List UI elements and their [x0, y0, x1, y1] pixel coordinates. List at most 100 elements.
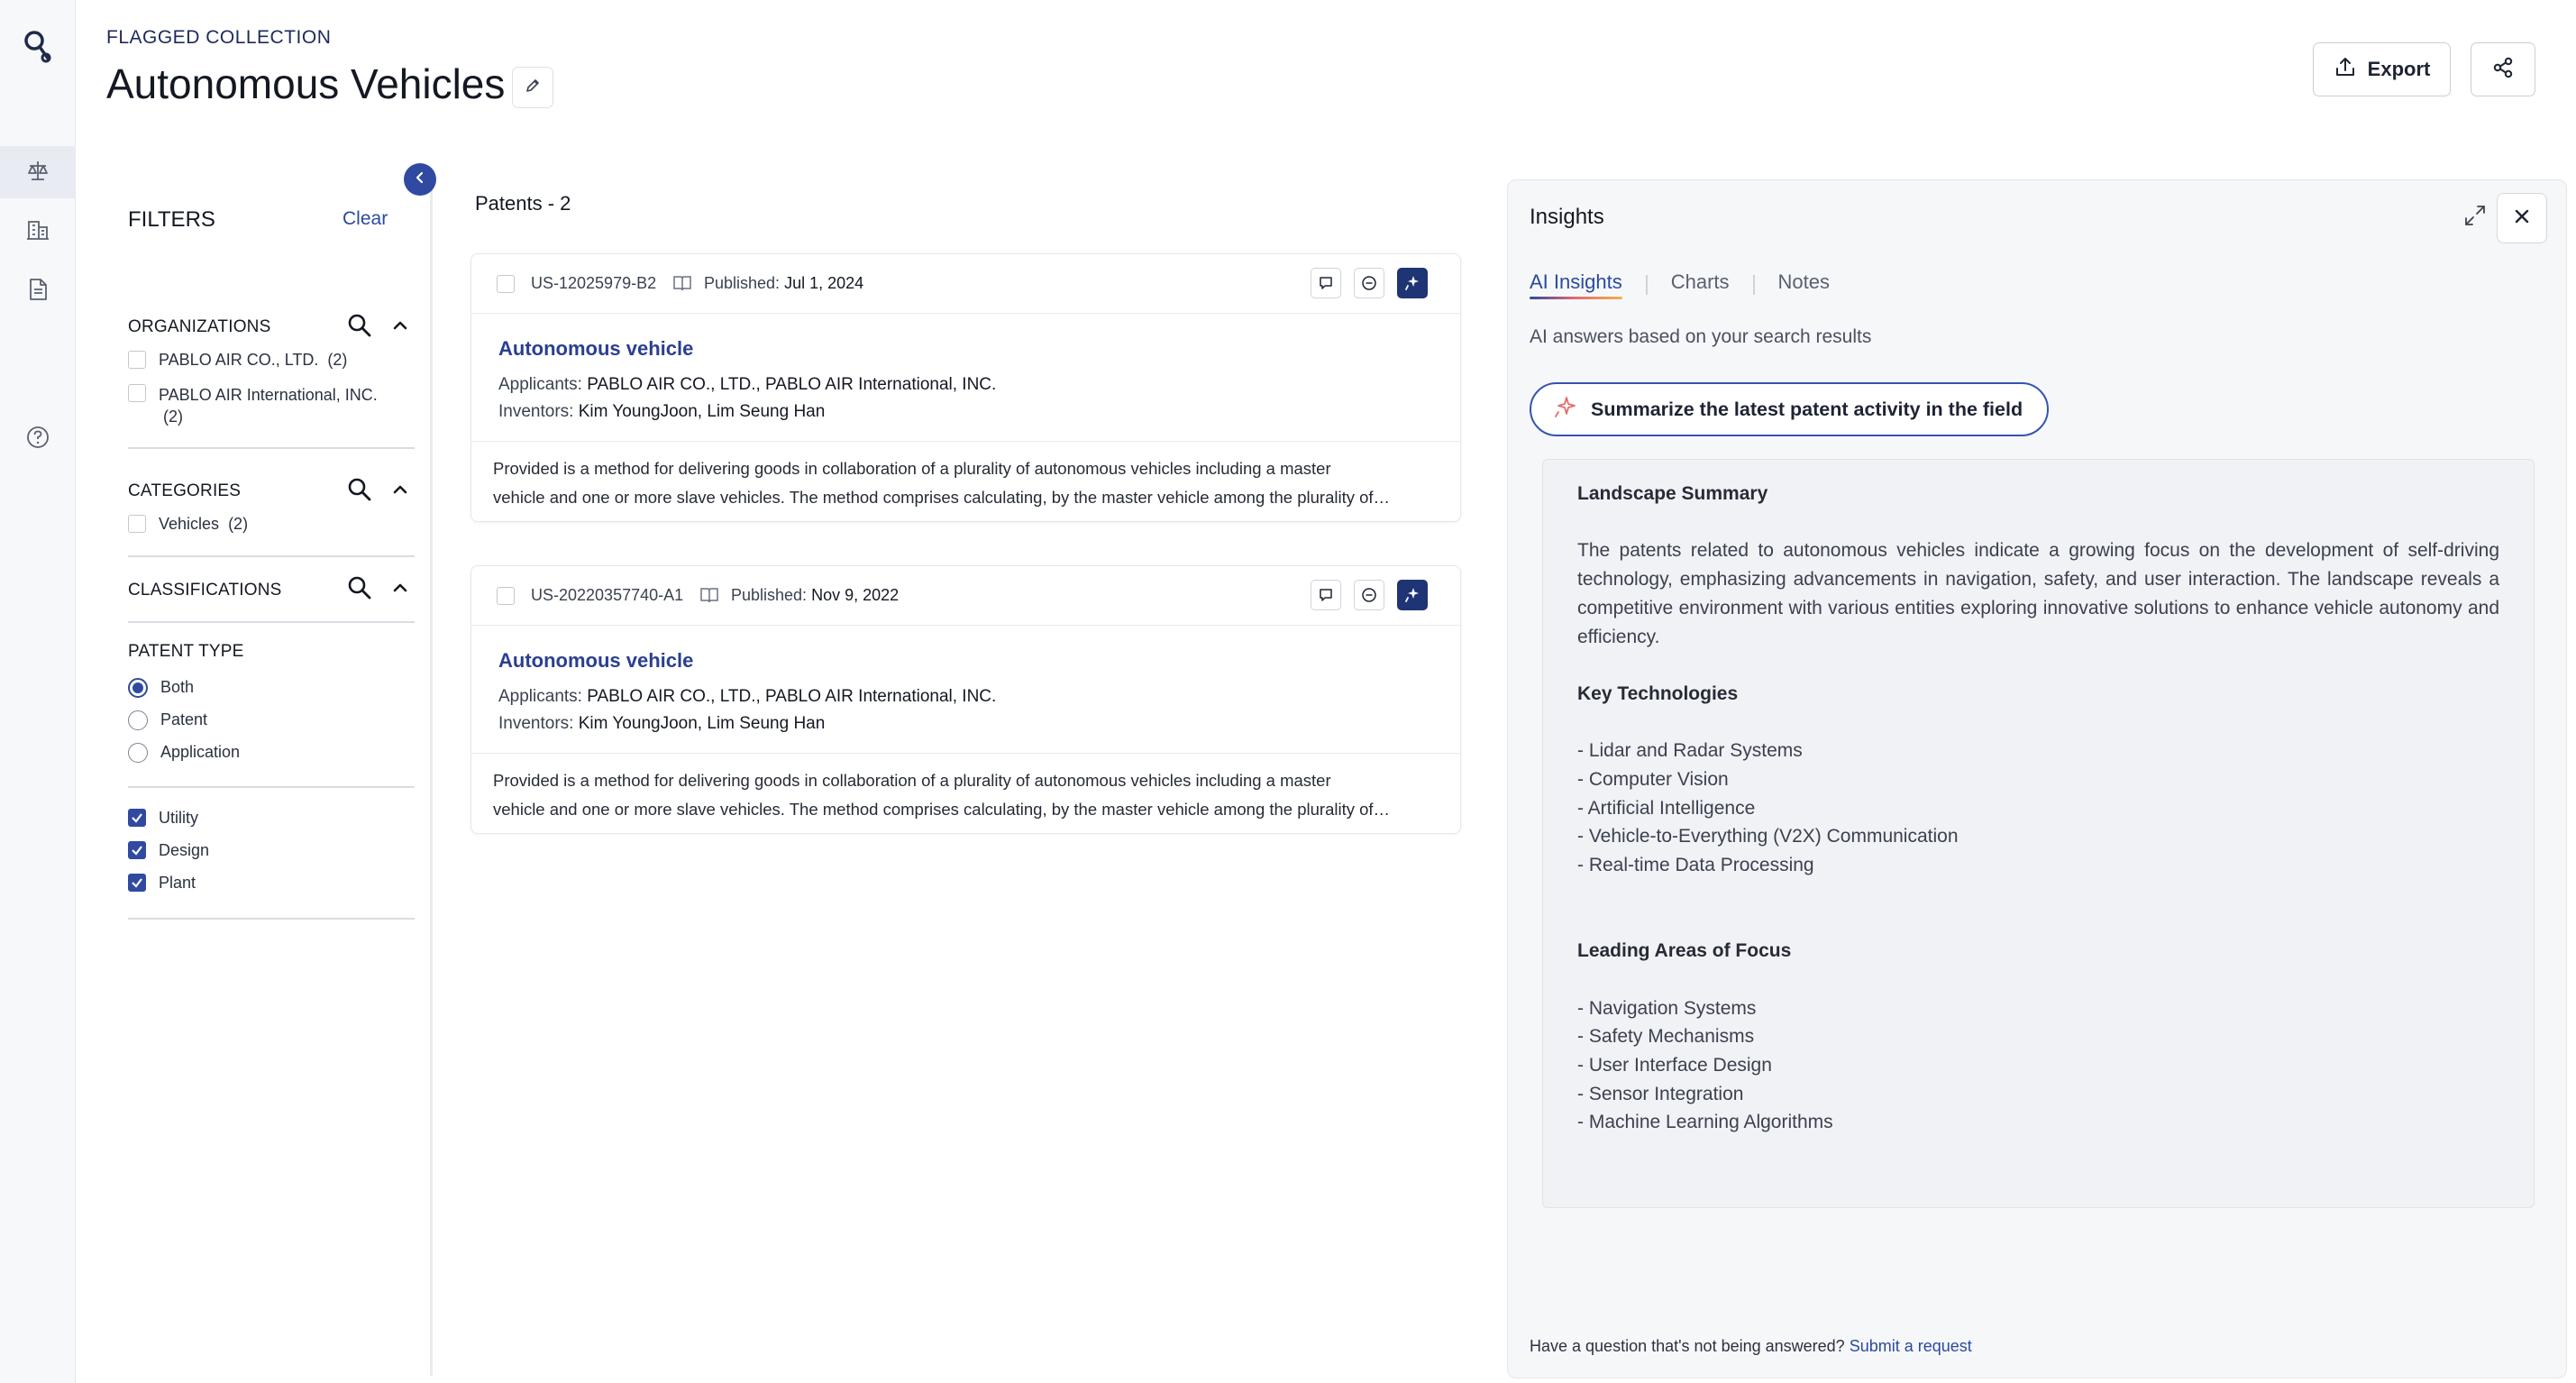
checkbox-plant[interactable]: Plant [128, 874, 196, 893]
applicants-line: Applicants: PABLO AIR CO., LTD., PABLO A… [498, 375, 996, 395]
summary-list-item: - Computer Vision [1577, 768, 1729, 790]
nav-item-organizations[interactable] [0, 206, 76, 258]
check-icon [132, 846, 142, 856]
option-label: Patent [160, 710, 208, 728]
chevron-up-icon[interactable] [391, 481, 409, 503]
categories-label: CATEGORIES [128, 481, 242, 500]
app-root: FLAGGED COLLECTION Autonomous Vehicles E… [0, 0, 2576, 1383]
nav-item-legal[interactable] [0, 146, 76, 198]
search-icon[interactable] [346, 312, 373, 343]
export-label: Export [2367, 58, 2431, 80]
book-icon [699, 586, 719, 609]
export-button[interactable]: Export [2313, 42, 2451, 96]
checkbox[interactable] [128, 874, 146, 892]
document-icon [24, 276, 51, 307]
option-count: (2) [327, 351, 348, 369]
abstract-line: Provided is a method for delivering good… [493, 459, 1331, 478]
radio-button[interactable] [128, 743, 148, 763]
select-checkbox[interactable] [497, 275, 515, 293]
app-logo-icon[interactable] [16, 23, 59, 67]
applicants-line: Applicants: PABLO AIR CO., LTD., PABLO A… [498, 687, 996, 707]
tab-charts[interactable]: Charts [1671, 270, 1730, 299]
chevron-up-icon[interactable] [391, 316, 409, 339]
summarize-label: Summarize the latest patent activity in … [1591, 398, 2023, 420]
book-icon [672, 274, 692, 297]
classifications-label: CLASSIFICATIONS [128, 581, 282, 600]
categories-controls [346, 476, 409, 508]
inventors-value: Kim YoungJoon, Lim Seung Han [578, 402, 826, 421]
comment-button[interactable] [1311, 580, 1341, 610]
checkbox[interactable] [128, 351, 146, 369]
patent-abstract: Provided is a method for delivering good… [471, 754, 1460, 833]
expand-icon[interactable] [2462, 202, 2489, 234]
checkbox-utility[interactable]: Utility [128, 809, 198, 828]
radio-button[interactable] [128, 678, 148, 698]
published-label: Published: [704, 274, 781, 292]
summary-list-item: - Safety Mechanisms [1577, 1026, 1755, 1048]
collapse-filters-button[interactable] [404, 163, 436, 196]
checkbox-design[interactable]: Design [128, 841, 209, 860]
page-title: Autonomous Vehicles [106, 60, 506, 107]
select-checkbox[interactable] [497, 587, 515, 605]
search-icon[interactable] [346, 574, 373, 606]
tab-separator [1645, 275, 1648, 295]
published-label: Published: [731, 586, 808, 604]
patent-number[interactable]: US-20220357740-A1 [531, 586, 683, 605]
radio-application[interactable]: Application [128, 743, 240, 763]
nav-item-documents[interactable] [0, 265, 76, 317]
option-label: PABLO AIR CO., LTD. [159, 351, 319, 369]
tab-notes[interactable]: Notes [1778, 270, 1830, 299]
radio-both[interactable]: Both [128, 678, 194, 698]
abstract-line: vehicle and one or more slave vehicles. … [493, 800, 1391, 819]
clear-filters-link[interactable]: Clear [343, 208, 388, 230]
patent-title-link[interactable]: Autonomous vehicle [498, 337, 693, 361]
share-button[interactable] [2471, 42, 2535, 96]
remove-button[interactable] [1354, 268, 1384, 298]
patent-number[interactable]: US-12025979-B2 [531, 274, 656, 293]
radio-patent[interactable]: Patent [128, 710, 207, 730]
chevron-left-icon [413, 170, 427, 189]
divider [128, 918, 415, 920]
checkbox[interactable] [128, 841, 146, 859]
filter-option-category[interactable]: Vehicles (2) [128, 515, 248, 534]
filters-title: FILTERS [128, 207, 215, 232]
summary-paragraph: The patents related to autonomous vehicl… [1577, 540, 2499, 647]
patent-card[interactable]: US-12025979-B2 Published: Jul 1, 2024 Au… [470, 253, 1461, 522]
comment-button[interactable] [1311, 268, 1341, 298]
ai-assist-button[interactable] [1397, 268, 1428, 298]
submit-request-link[interactable]: Submit a request [1850, 1337, 1972, 1355]
divider [128, 555, 415, 557]
filter-option-org[interactable]: PABLO AIR CO., LTD. (2) [128, 351, 347, 370]
inventors-line: Inventors: Kim YoungJoon, Lim Seung Han [498, 714, 825, 734]
filter-option-org[interactable]: PABLO AIR International, INC. (2) [128, 384, 378, 427]
option-label: Utility [159, 809, 198, 827]
tab-ai-insights[interactable]: AI Insights [1530, 270, 1622, 299]
radio-button[interactable] [128, 710, 148, 730]
inventors-line: Inventors: Kim YoungJoon, Lim Seung Han [498, 402, 825, 422]
minus-circle-icon [1362, 588, 1376, 602]
edit-title-button[interactable] [512, 67, 553, 108]
summary-heading: Landscape Summary [1577, 483, 1768, 504]
remove-button[interactable] [1354, 580, 1384, 610]
nav-item-help[interactable] [0, 413, 76, 465]
ai-assist-button[interactable] [1397, 580, 1428, 610]
building-icon [24, 216, 51, 248]
balance-scale-icon [24, 157, 51, 188]
summary-list-item: - Machine Learning Algorithms [1577, 1112, 1833, 1133]
checkbox[interactable] [128, 384, 146, 402]
option-label: Both [160, 678, 195, 696]
abstract-line: Provided is a method for delivering good… [493, 771, 1331, 790]
search-icon[interactable] [346, 476, 373, 508]
chevron-up-icon[interactable] [391, 579, 409, 601]
option-label: Design [159, 841, 210, 859]
patent-title-link[interactable]: Autonomous vehicle [498, 649, 693, 673]
published-info: Published: Jul 1, 2024 [704, 274, 863, 293]
footer-question: Have a question that's not being answere… [1530, 1337, 1845, 1355]
close-insights-button[interactable] [2497, 193, 2547, 243]
summarize-button[interactable]: Summarize the latest patent activity in … [1530, 382, 2049, 436]
patent-card[interactable]: US-20220357740-A1 Published: Nov 9, 2022… [470, 565, 1461, 834]
patent-abstract: Provided is a method for delivering good… [471, 442, 1460, 521]
checkbox[interactable] [128, 809, 146, 827]
published-info: Published: Nov 9, 2022 [731, 586, 899, 605]
checkbox[interactable] [128, 515, 146, 533]
